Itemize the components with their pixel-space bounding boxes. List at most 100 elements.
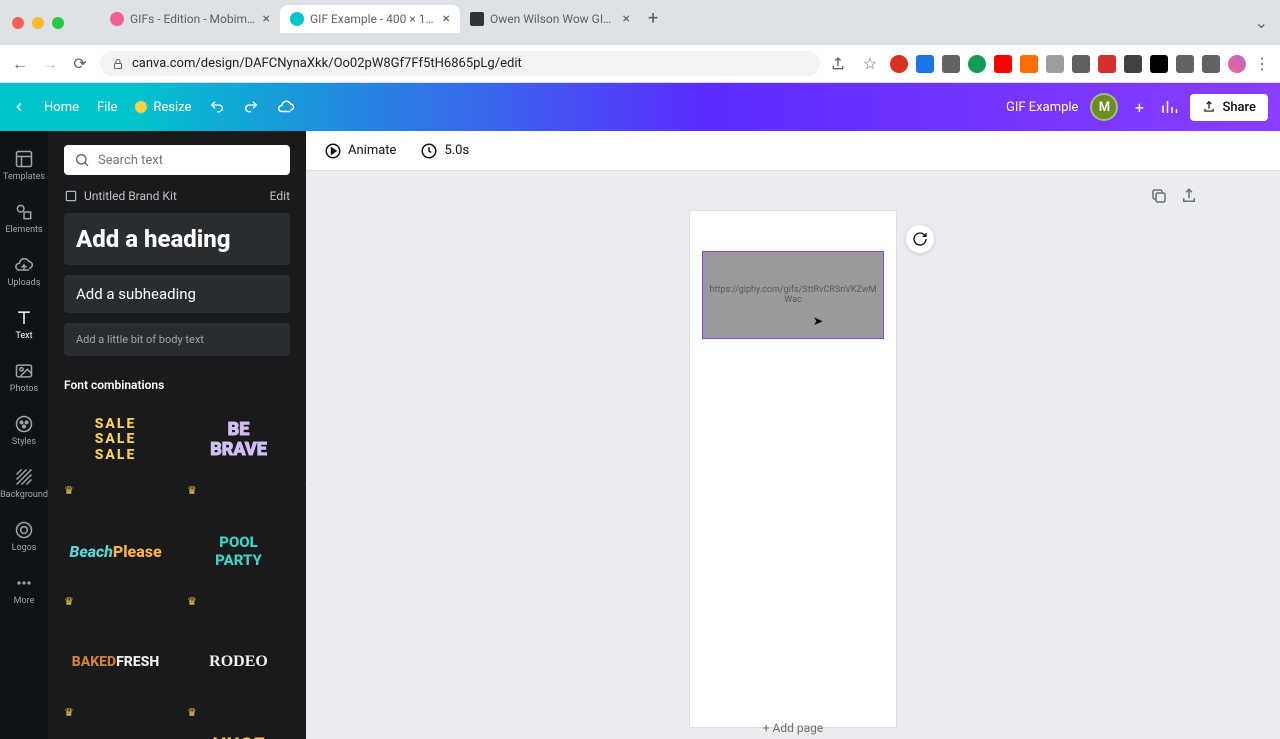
file-menu[interactable]: File bbox=[97, 100, 117, 115]
profile-avatar[interactable] bbox=[1228, 55, 1246, 73]
share-page-icon[interactable] bbox=[830, 56, 850, 72]
window-minimize[interactable] bbox=[32, 17, 44, 29]
rail-label: Templates bbox=[3, 172, 45, 182]
combo-preview: HUGE bbox=[187, 735, 290, 739]
font-combo-item[interactable]: BeachPlease ♛ bbox=[64, 513, 167, 608]
add-page-button[interactable]: + Add page bbox=[763, 721, 824, 735]
window-maximize[interactable] bbox=[52, 17, 64, 29]
extension-icon[interactable] bbox=[1046, 55, 1064, 73]
home-button[interactable]: Home bbox=[44, 100, 79, 115]
back-button[interactable]: ← bbox=[10, 54, 30, 74]
browser-tabs: GIFs - Edition - Mobimag × GIF Example -… bbox=[92, 4, 1247, 33]
design-page[interactable]: https://giphy.com/gifs/SttRvCRSnVKZwMWac… bbox=[690, 211, 896, 727]
font-combo-item[interactable]: BAKEDFRESH ♛ bbox=[64, 624, 167, 719]
font-combo-item[interactable]: BEBRAVE ♛ bbox=[187, 402, 290, 497]
premium-icon: ♛ bbox=[64, 595, 167, 608]
side-panel-icon[interactable] bbox=[1202, 55, 1220, 73]
redo-button[interactable] bbox=[243, 99, 259, 115]
rail-background[interactable]: Background bbox=[0, 461, 48, 506]
brand-kit-name: Untitled Brand Kit bbox=[84, 189, 177, 203]
rail-uploads[interactable]: Uploads bbox=[0, 249, 48, 294]
rail-logos[interactable]: Logos bbox=[0, 514, 48, 559]
tab-close-icon[interactable]: × bbox=[443, 11, 450, 27]
add-heading-button[interactable]: Add a heading bbox=[64, 213, 290, 265]
resize-label: Resize bbox=[153, 100, 191, 115]
font-combo-item[interactable]: POOLPARTY ♛ bbox=[187, 513, 290, 608]
forward-button[interactable]: → bbox=[40, 54, 60, 74]
window-close[interactable] bbox=[12, 17, 24, 29]
animate-label: Animate bbox=[348, 143, 396, 158]
rail-templates[interactable]: Templates bbox=[0, 143, 48, 188]
font-combo-item[interactable]: FRESH bbox=[64, 735, 167, 739]
cloud-save-icon[interactable] bbox=[277, 98, 295, 116]
undo-button[interactable] bbox=[209, 99, 225, 115]
search-input[interactable] bbox=[98, 153, 280, 168]
edit-brand-kit-link[interactable]: Edit bbox=[270, 189, 290, 203]
extension-icon[interactable] bbox=[994, 55, 1012, 73]
rail-more[interactable]: More bbox=[0, 567, 48, 612]
extension-icon[interactable] bbox=[968, 55, 986, 73]
new-tab-button[interactable]: + bbox=[640, 4, 666, 33]
browser-tab[interactable]: GIFs - Edition - Mobimag × bbox=[100, 5, 280, 33]
browser-menu-icon[interactable]: ⋮ bbox=[1254, 54, 1270, 73]
add-subheading-button[interactable]: Add a subheading bbox=[64, 275, 290, 313]
add-collaborator-button[interactable]: + bbox=[1130, 98, 1148, 116]
extension-icon[interactable] bbox=[942, 55, 960, 73]
share-page-icon[interactable] bbox=[1180, 187, 1198, 205]
insights-icon[interactable] bbox=[1160, 98, 1178, 116]
browser-tab[interactable]: GIF Example - 400 × 1000px × bbox=[280, 5, 460, 33]
rail-styles[interactable]: Styles bbox=[0, 408, 48, 453]
combo-preview: POOLPARTY bbox=[187, 513, 290, 589]
lock-icon bbox=[112, 58, 124, 70]
rail-label: Elements bbox=[5, 225, 42, 235]
mouse-cursor: ➤ bbox=[813, 314, 823, 328]
brand-kit-row: Untitled Brand Kit Edit bbox=[64, 189, 290, 203]
font-combinations-label: Font combinations bbox=[64, 378, 290, 392]
browser-chrome: GIFs - Edition - Mobimag × GIF Example -… bbox=[0, 0, 1280, 83]
extension-icon[interactable] bbox=[1098, 55, 1116, 73]
rail-text[interactable]: Text bbox=[0, 302, 48, 347]
duplicate-page-icon[interactable] bbox=[1150, 187, 1168, 205]
text-element[interactable]: https://giphy.com/gifs/SttRvCRSnVKZwMWac… bbox=[702, 251, 884, 339]
search-field[interactable] bbox=[64, 145, 290, 175]
add-body-text-button[interactable]: Add a little bit of body text bbox=[64, 323, 290, 356]
tool-rail: Templates Elements Uploads Text Photos S… bbox=[0, 131, 48, 739]
extension-icon[interactable] bbox=[1124, 55, 1142, 73]
extensions-menu-icon[interactable] bbox=[1176, 55, 1194, 73]
brand-kit-icon bbox=[64, 189, 78, 203]
rail-photos[interactable]: Photos bbox=[0, 355, 48, 400]
rail-label: Uploads bbox=[8, 278, 41, 288]
context-toolbar: Animate 5.0s bbox=[306, 131, 1280, 171]
rail-elements[interactable]: Elements bbox=[0, 196, 48, 241]
premium-icon: ♛ bbox=[187, 484, 290, 497]
editor-area: Animate 5.0s https://giphy.com/gifs/SttR… bbox=[306, 131, 1280, 739]
share-button[interactable]: Share bbox=[1190, 94, 1268, 121]
extension-icon[interactable] bbox=[1020, 55, 1038, 73]
font-combo-item[interactable]: RODEO ♛ bbox=[187, 624, 290, 719]
regenerate-button[interactable] bbox=[906, 225, 934, 253]
extension-icon[interactable] bbox=[1072, 55, 1090, 73]
font-combo-item[interactable]: SALESALESALE ♛ bbox=[64, 402, 167, 497]
animate-button[interactable]: Animate bbox=[324, 142, 396, 160]
chevron-down-icon[interactable]: ⌄ bbox=[1255, 13, 1268, 32]
back-to-home-button[interactable] bbox=[12, 100, 26, 114]
document-title[interactable]: GIF Example bbox=[1006, 100, 1078, 115]
header-left: Home File Resize bbox=[12, 98, 295, 116]
tab-title: Owen Wilson Wow GIF - Find & bbox=[490, 12, 617, 26]
tab-close-icon[interactable]: × bbox=[263, 11, 270, 27]
address-bar[interactable]: canva.com/design/DAFCNynaXkk/Oo02pW8Gf7F… bbox=[100, 51, 820, 76]
font-combo-item[interactable]: HUGE bbox=[187, 735, 290, 739]
extension-icon[interactable] bbox=[1150, 55, 1168, 73]
user-avatar[interactable]: M bbox=[1090, 93, 1118, 121]
canvas-wrapper[interactable]: https://giphy.com/gifs/SttRvCRSnVKZwMWac… bbox=[306, 171, 1280, 739]
extension-icon[interactable] bbox=[916, 55, 934, 73]
browser-tab[interactable]: Owen Wilson Wow GIF - Find & × bbox=[460, 5, 640, 33]
extension-icon[interactable] bbox=[890, 55, 908, 73]
tab-close-icon[interactable]: × bbox=[623, 11, 630, 27]
bookmark-icon[interactable]: ☆ bbox=[860, 54, 880, 73]
resize-button[interactable]: Resize bbox=[135, 100, 191, 115]
reload-button[interactable]: ⟳ bbox=[70, 54, 90, 73]
clock-icon bbox=[420, 142, 438, 160]
duration-button[interactable]: 5.0s bbox=[420, 142, 469, 160]
window-controls: GIFs - Edition - Mobimag × GIF Example -… bbox=[0, 0, 1280, 45]
